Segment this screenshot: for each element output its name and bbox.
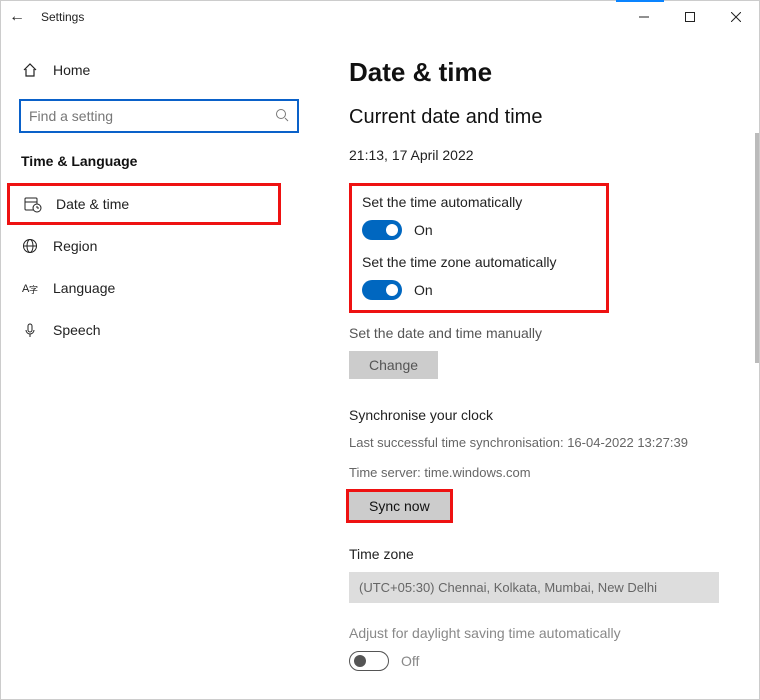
globe-icon bbox=[21, 237, 39, 255]
sidebar-home-label: Home bbox=[53, 62, 90, 78]
sidebar-item-region[interactable]: Region bbox=[1, 225, 321, 267]
sidebar-item-label: Date & time bbox=[56, 196, 129, 212]
close-button[interactable] bbox=[713, 1, 759, 33]
sync-last: Last successful time synchronisation: 16… bbox=[349, 433, 739, 453]
sidebar-item-label: Language bbox=[53, 280, 115, 296]
sidebar-item-label: Region bbox=[53, 238, 97, 254]
svg-text:字: 字 bbox=[29, 284, 38, 295]
sync-server: Time server: time.windows.com bbox=[349, 463, 739, 483]
timezone-heading: Time zone bbox=[349, 546, 739, 562]
maximize-icon bbox=[685, 12, 695, 22]
search-icon bbox=[275, 108, 289, 125]
dst-label: Adjust for daylight saving time automati… bbox=[349, 625, 739, 641]
auto-settings-highlight: Set the time automatically On Set the ti… bbox=[349, 183, 609, 313]
search-input[interactable] bbox=[29, 108, 269, 124]
home-icon bbox=[21, 61, 39, 79]
accent-bar bbox=[616, 0, 664, 2]
sidebar-home[interactable]: Home bbox=[1, 53, 321, 87]
auto-time-toggle[interactable] bbox=[362, 220, 402, 240]
language-icon: A字 bbox=[21, 279, 39, 297]
speech-icon bbox=[21, 321, 39, 339]
minimize-icon bbox=[639, 12, 649, 22]
auto-time-label: Set the time automatically bbox=[362, 194, 596, 210]
page-title: Date & time bbox=[349, 57, 739, 88]
sidebar-item-date-time[interactable]: Date & time bbox=[7, 183, 281, 225]
window-title: Settings bbox=[33, 10, 84, 24]
auto-time-state: On bbox=[414, 222, 433, 238]
sync-now-button[interactable]: Sync now bbox=[349, 492, 450, 520]
search-input-wrapper[interactable] bbox=[19, 99, 299, 133]
calendar-clock-icon bbox=[24, 195, 42, 213]
auto-zone-state: On bbox=[414, 282, 433, 298]
change-button: Change bbox=[349, 351, 438, 379]
maximize-button[interactable] bbox=[667, 1, 713, 33]
scrollbar-thumb[interactable] bbox=[755, 133, 759, 363]
sidebar-category: Time & Language bbox=[1, 153, 321, 183]
dst-state: Off bbox=[401, 653, 419, 669]
sync-heading: Synchronise your clock bbox=[349, 407, 739, 423]
sidebar-item-language[interactable]: A字 Language bbox=[1, 267, 321, 309]
current-datetime: 21:13, 17 April 2022 bbox=[349, 147, 739, 163]
sidebar: Home Time & Language Date & time bbox=[1, 33, 321, 699]
sidebar-item-label: Speech bbox=[53, 322, 100, 338]
back-button[interactable]: ← bbox=[1, 8, 33, 26]
dst-toggle bbox=[349, 651, 389, 671]
timezone-select: (UTC+05:30) Chennai, Kolkata, Mumbai, Ne… bbox=[349, 572, 719, 603]
sidebar-item-speech[interactable]: Speech bbox=[1, 309, 321, 351]
auto-zone-label: Set the time zone automatically bbox=[362, 254, 596, 270]
auto-zone-toggle[interactable] bbox=[362, 280, 402, 300]
close-icon bbox=[731, 12, 741, 22]
titlebar: ← Settings bbox=[1, 1, 759, 33]
minimize-button[interactable] bbox=[621, 1, 667, 33]
main-pane: Date & time Current date and time 21:13,… bbox=[321, 33, 759, 699]
page-subtitle: Current date and time bbox=[349, 106, 739, 129]
manual-label: Set the date and time manually bbox=[349, 325, 739, 341]
